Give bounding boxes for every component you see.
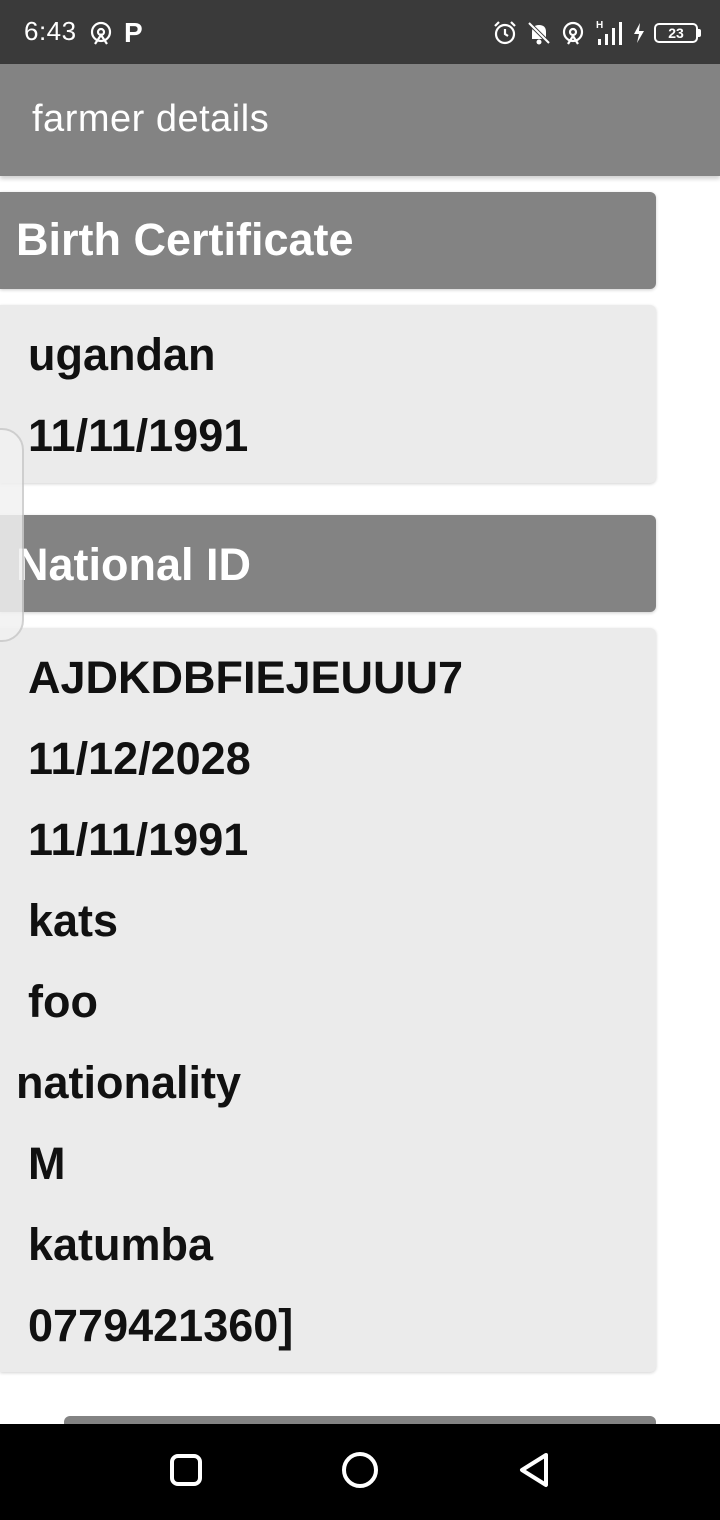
- parking-icon: P: [124, 17, 143, 48]
- status-time: 6:43: [24, 16, 77, 46]
- national-id-phone: 0779421360]: [28, 1300, 294, 1351]
- home-button[interactable]: [336, 1448, 384, 1496]
- edge-panel-handle[interactable]: [0, 428, 24, 642]
- circle-icon: [340, 1450, 380, 1495]
- hotspot-icon: [560, 20, 586, 46]
- national-id-surname: kats: [28, 895, 119, 946]
- national-id-card: AJDKDBFIEJEUUU7 11/12/2028 11/11/1991 ka…: [0, 628, 656, 1372]
- recents-button[interactable]: [162, 1448, 210, 1496]
- national-id-title: National ID: [16, 539, 252, 590]
- national-id-nationality: nationality: [16, 1057, 242, 1108]
- alarm-icon: [492, 20, 518, 46]
- page-title: farmer details: [32, 98, 270, 140]
- navigation-bar: [0, 1424, 720, 1520]
- national-id-sex: M: [28, 1138, 66, 1189]
- national-id-expiry-date: 11/12/2028: [28, 733, 251, 784]
- battery-icon: 23: [654, 23, 701, 43]
- status-bar: 6:43 P H 23: [0, 0, 720, 64]
- birth-certificate-date-of-birth: 11/11/1991: [28, 410, 249, 461]
- status-right-icons: H 23: [492, 18, 701, 48]
- bell-off-icon: [526, 20, 552, 46]
- birth-certificate-card: ugandan 11/11/1991: [0, 305, 656, 483]
- birth-certificate-header[interactable]: Birth Certificate: [0, 192, 656, 289]
- national-id-date-of-birth: 11/11/1991: [28, 814, 249, 865]
- national-id-village: katumba: [28, 1219, 214, 1270]
- national-id-header[interactable]: National ID: [0, 515, 656, 612]
- screen: 6:43 P H 23 farmer details Birth Certifi…: [0, 0, 720, 1520]
- back-button[interactable]: [510, 1448, 558, 1496]
- national-id-given-name: foo: [28, 976, 98, 1027]
- birth-certificate-title: Birth Certificate: [16, 214, 354, 265]
- signal-icon: H: [594, 19, 624, 47]
- back-triangle-icon: [516, 1451, 552, 1494]
- charging-icon: [632, 22, 646, 44]
- status-left-icons: P: [88, 18, 143, 48]
- birth-certificate-nationality: ugandan: [28, 329, 216, 380]
- network-type-label: H: [596, 20, 603, 31]
- national-id-number: AJDKDBFIEJEUUU7: [28, 652, 464, 703]
- hotspot-icon: [88, 20, 114, 46]
- square-icon: [169, 1453, 203, 1492]
